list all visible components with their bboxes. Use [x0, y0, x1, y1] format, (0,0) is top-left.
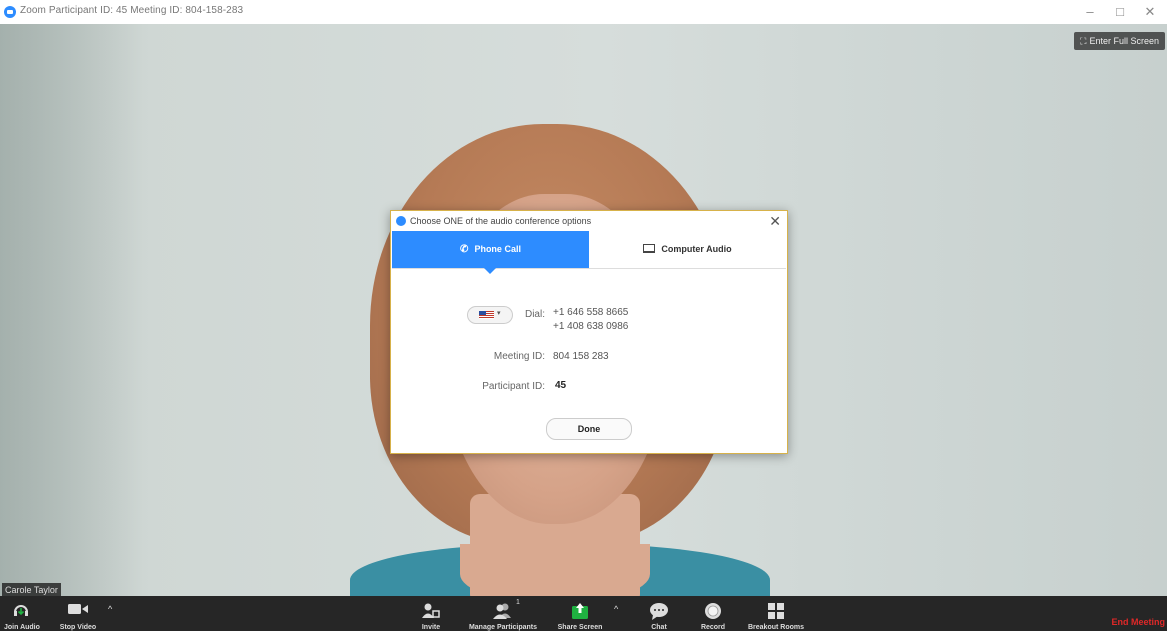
window-title-bar: Zoom Participant ID: 45 Meeting ID: 804-…	[0, 0, 1167, 24]
zoom-app-icon	[4, 6, 16, 18]
breakout-rooms-button[interactable]: Breakout Rooms	[740, 596, 812, 631]
share-screen-label: Share Screen	[557, 624, 603, 631]
participant-collar	[460, 544, 650, 596]
manage-participants-button[interactable]: 1 Manage Participants	[458, 596, 548, 631]
close-window-button[interactable]: ✕	[1135, 2, 1165, 22]
wall-shadow	[0, 24, 150, 596]
stop-video-label: Stop Video	[59, 624, 97, 631]
end-meeting-button[interactable]: End Meeting	[1112, 617, 1166, 627]
us-flag-icon	[479, 311, 494, 319]
restore-button[interactable]: □	[1105, 2, 1135, 22]
chat-button[interactable]: Chat	[644, 596, 674, 631]
manage-participants-label: Manage Participants	[468, 624, 538, 631]
dialog-title: Choose ONE of the audio conference optio…	[410, 216, 592, 226]
audio-conference-dialog: Choose ONE of the audio conference optio…	[390, 210, 788, 454]
tab-phone-call-label: Phone Call	[474, 244, 521, 254]
dial-number-1: +1 646 558 8665	[553, 307, 629, 318]
breakout-rooms-icon	[768, 603, 784, 619]
participant-id-label: Participant ID:	[482, 381, 545, 392]
chat-bubble-icon	[650, 603, 668, 620]
phone-icon: ✆	[460, 244, 469, 255]
laptop-icon	[643, 244, 656, 253]
invite-user-icon	[422, 603, 440, 618]
video-options-chevron-icon[interactable]: ^	[108, 604, 112, 614]
zoom-dialog-icon	[396, 216, 406, 226]
video-camera-icon	[68, 604, 88, 614]
meeting-id-value: 804 158 283	[553, 351, 609, 362]
join-audio-button[interactable]: Join Audio	[4, 596, 40, 631]
chevron-down-icon: ▾	[497, 310, 501, 317]
dialog-close-icon[interactable]: ✕	[769, 212, 781, 230]
record-button[interactable]: Record	[696, 596, 730, 631]
tab-computer-audio-label: Computer Audio	[661, 244, 732, 254]
headphone-icon	[14, 605, 28, 616]
meeting-toolbar: Join Audio Stop Video ^ Invite 1 Manage …	[0, 596, 1167, 631]
dial-label: Dial:	[524, 309, 545, 320]
invite-button[interactable]: Invite	[416, 596, 446, 631]
tab-phone-call[interactable]: ✆ Phone Call	[392, 231, 589, 274]
share-screen-button[interactable]: Share Screen	[552, 596, 608, 631]
audio-tabs: ✆ Phone Call Computer Audio	[392, 231, 786, 274]
done-button[interactable]: Done	[546, 418, 632, 440]
share-screen-icon	[572, 603, 588, 619]
invite-label: Invite	[421, 624, 441, 631]
minimize-button[interactable]: –	[1075, 2, 1105, 22]
fullscreen-icon: ⛶	[1080, 36, 1087, 46]
tab-computer-audio[interactable]: Computer Audio	[589, 231, 786, 268]
chat-label: Chat	[651, 624, 667, 631]
meeting-id-label: Meeting ID:	[493, 351, 545, 362]
participant-id-value: 45	[555, 380, 567, 391]
stop-video-button[interactable]: Stop Video	[54, 596, 102, 631]
share-options-chevron-icon[interactable]: ^	[614, 604, 618, 614]
dial-number-2: +1 408 638 0986	[553, 321, 629, 332]
breakout-rooms-label: Breakout Rooms	[747, 624, 804, 631]
enter-full-screen-button[interactable]: ⛶ Enter Full Screen	[1074, 32, 1165, 50]
window-title: Zoom Participant ID: 45 Meeting ID: 804-…	[20, 5, 244, 16]
record-icon	[705, 603, 721, 619]
dialog-header: Choose ONE of the audio conference optio…	[391, 211, 787, 231]
country-selector[interactable]: ▾	[467, 306, 513, 324]
join-audio-label: Join Audio	[4, 624, 40, 631]
participants-count: 1	[516, 599, 520, 606]
participant-name-tag: Carole Taylor	[2, 583, 61, 597]
participants-icon	[493, 603, 511, 619]
enter-full-screen-label: Enter Full Screen	[1089, 36, 1159, 46]
record-label: Record	[700, 624, 726, 631]
